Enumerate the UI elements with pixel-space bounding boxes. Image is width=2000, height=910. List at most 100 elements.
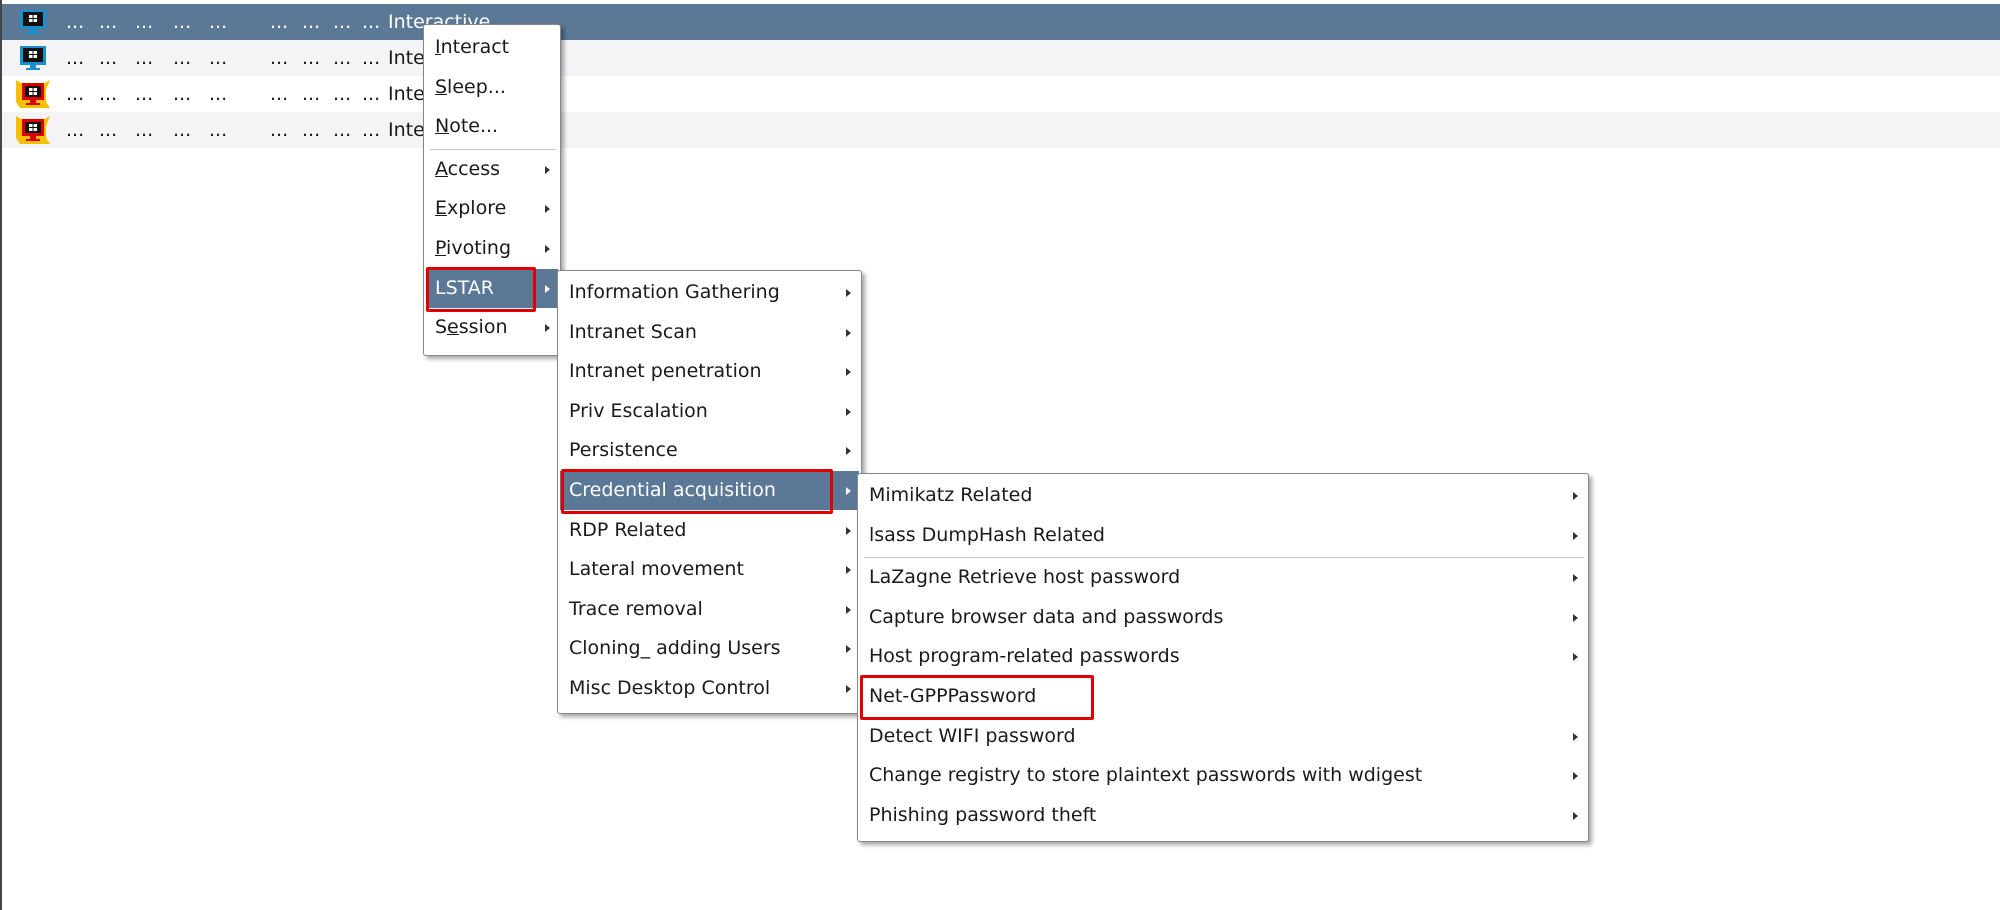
menu-item-credential-acquisition[interactable]: Credential acquisition [560,471,859,510]
table-cell: ... [333,11,352,33]
menu-item-mimikatz-related[interactable]: Mimikatz Related [860,476,1586,515]
credential-acquisition-submenu: Mimikatz Related lsass DumpHash Related La… [857,473,1589,842]
menu-item-label: Phishing password theft [869,803,1097,826]
table-cell: ... [302,47,321,69]
menu-item-label: Mimikatz Related [869,484,1033,506]
menu-item-label: Access [435,157,501,180]
menu-item-persistence[interactable]: Persistence [560,431,859,470]
menu-item-pivoting[interactable]: Pivoting [426,229,558,268]
submenu-arrow-icon [545,165,550,174]
table-cell: ... [209,119,228,141]
menu-item-intranet-scan[interactable]: Intranet Scan [560,313,859,352]
menu-item-label: Host program-related passwords [869,645,1180,668]
menu-item-label: lsass DumpHash Related [869,523,1105,546]
menu-item-lateral-movement[interactable]: Lateral movement [560,550,859,589]
menu-item-lazagne-retrieve-host-password[interactable]: LaZagne Retrieve host password [860,558,1586,597]
menu-item-label: Intranet Scan [569,320,697,343]
submenu-arrow-icon [1573,732,1578,741]
table-cell: ... [270,83,289,105]
menu-item-lstar[interactable]: LSTAR [426,268,558,308]
table-cell: ... [362,83,381,105]
table-cell: ... [173,83,192,105]
menu-item-host-program-related-passwords[interactable]: Host program-related passwords [860,637,1586,676]
submenu-arrow-icon [545,284,550,293]
menu-item-phishing-password-theft[interactable]: Phishing password theft [860,796,1586,835]
menu-item-label: Trace removal [569,597,703,620]
menu-item-session[interactable]: Session [426,308,558,347]
table-cell: ... [135,47,154,69]
menu-item-label: Cloning_ adding Users [569,637,781,660]
table-cell: ... [362,119,381,141]
table-cell: ... [99,47,118,69]
menu-item-label: Change registry to store plaintext passw… [869,764,1423,787]
menu-item-note[interactable]: Note... [426,107,558,146]
windows-monitor-admin-icon [16,80,50,108]
table-row[interactable]: ...........................Interactive [2,40,2000,76]
table-cell: ... [209,83,228,105]
menu-item-information-gathering[interactable]: Information Gathering [560,273,859,312]
submenu-arrow-icon [846,685,851,693]
menu-item-label: Credential acquisition [569,479,776,501]
menu-item-capture-browser-data-and-passwords[interactable]: Capture browser data and passwords [860,598,1586,637]
menu-item-change-registry-to-store-plaintext-passwords-with-wdigest[interactable]: Change registry to store plaintext passw… [860,756,1586,795]
menu-item-access[interactable]: Access [426,150,558,189]
table-cell: ... [173,11,192,33]
table-cell: ... [333,47,352,69]
table-cell: ... [66,119,85,141]
table-row[interactable]: ...........................Interactive [2,4,2000,40]
menu-item-label: Persistence [569,439,678,462]
submenu-arrow-icon [846,605,851,614]
menu-item-priv-escalation[interactable]: Priv Escalation [560,392,859,431]
submenu-arrow-icon [846,328,851,337]
menu-item-label: LaZagne Retrieve host password [869,566,1181,589]
table-row[interactable]: ...........................Interactive [2,76,2000,112]
submenu-arrow-icon [846,447,851,456]
menu-item-misc-desktop-control[interactable]: Misc Desktop Control [560,669,859,708]
table-cell: ... [302,119,321,141]
menu-item-label: Net-GPPPassword [869,685,1037,707]
menu-item-lsass-dumphash-related[interactable]: lsass DumpHash Related [860,516,1586,555]
menu-item-rdp-related[interactable]: RDP Related [560,511,859,550]
submenu-arrow-icon [846,368,851,377]
menu-item-label: Sleep... [435,75,506,98]
menu-item-label: Priv Escalation [569,399,708,422]
windows-monitor-icon [20,46,46,70]
table-cell: ... [66,47,85,69]
table-cell: ... [135,119,154,141]
menu-item-interact[interactable]: Interact [426,28,558,67]
table-cell: ... [135,11,154,33]
submenu-arrow-icon [545,324,550,333]
menu-item-label: Capture browser data and passwords [869,605,1224,628]
submenu-arrow-icon [846,526,851,535]
menu-item-cloning-adding-users[interactable]: Cloning_ adding Users [560,629,859,668]
table-cell: ... [99,83,118,105]
submenu-arrow-icon [1573,531,1578,540]
table-cell: ... [333,119,352,141]
submenu-arrow-icon [1573,811,1578,820]
menu-item-label: RDP Related [569,518,687,541]
menu-item-label: Intranet penetration [569,360,762,383]
menu-item-net-gpppassword[interactable]: Net-GPPPassword [860,677,1586,716]
submenu-arrow-icon [846,566,851,575]
menu-item-label: Explore [435,197,507,220]
submenu-arrow-icon [545,205,550,214]
table-cell: ... [333,83,352,105]
submenu-arrow-icon [1573,613,1578,622]
menu-item-sleep[interactable]: Sleep... [426,68,558,107]
table-row[interactable]: ...........................Interactive [2,112,2000,148]
table-cell: ... [362,47,381,69]
submenu-arrow-icon [846,407,851,416]
menu-item-label: Information Gathering [569,281,780,303]
lstar-submenu: Information Gathering Intranet Scan Intran… [557,270,862,714]
table-cell: ... [270,11,289,33]
menu-item-explore[interactable]: Explore [426,189,558,228]
table-cell: ... [99,11,118,33]
menu-item-label: Detect WIFI password [869,724,1076,747]
menu-item-trace-removal[interactable]: Trace removal [560,590,859,629]
menu-item-intranet-penetration[interactable]: Intranet penetration [560,352,859,391]
menu-item-detect-wifi-password[interactable]: Detect WIFI password [860,717,1586,756]
table-cell: ... [66,11,85,33]
table-cell: ... [302,11,321,33]
table-cell: ... [302,83,321,105]
table-cell: ... [209,47,228,69]
